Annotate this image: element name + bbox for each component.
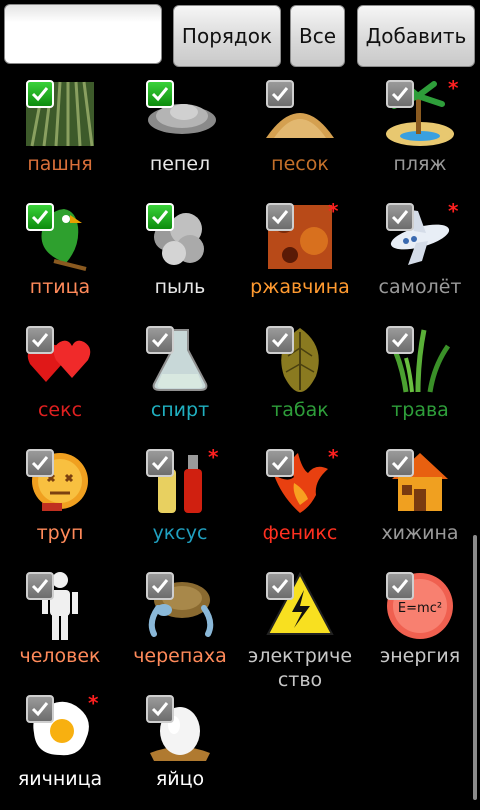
element-item[interactable]: * ржавчина (240, 195, 360, 318)
new-star-marker: * (328, 445, 339, 469)
element-label: человек (19, 645, 101, 667)
toolbar: Порядок Все Добавить (0, 0, 480, 72)
element-label: секс (37, 399, 83, 421)
unchecked-checkbox[interactable] (386, 449, 414, 477)
new-star-marker: * (208, 445, 219, 469)
element-item[interactable]: песок (240, 72, 360, 195)
element-item[interactable]: пепел (120, 72, 240, 195)
unchecked-checkbox[interactable] (146, 449, 174, 477)
unchecked-checkbox[interactable] (386, 572, 414, 600)
element-label: песок (271, 153, 329, 175)
element-label: труп (36, 522, 84, 544)
element-item[interactable]: человек (0, 564, 120, 687)
order-button[interactable]: Порядок (173, 5, 281, 67)
element-item[interactable]: * яичница (0, 687, 120, 810)
unchecked-checkbox[interactable] (26, 695, 54, 723)
element-label: пляж (393, 153, 447, 175)
element-item[interactable]: * самолёт (360, 195, 480, 318)
unchecked-checkbox[interactable] (146, 572, 174, 600)
element-item[interactable]: пыль (120, 195, 240, 318)
unchecked-checkbox[interactable] (26, 572, 54, 600)
element-label: энергия (379, 645, 461, 667)
unchecked-checkbox[interactable] (146, 326, 174, 354)
checked-checkbox[interactable] (26, 203, 54, 231)
element-item[interactable]: хижина (360, 441, 480, 564)
unchecked-checkbox[interactable] (386, 80, 414, 108)
element-item[interactable]: яйцо (120, 687, 240, 810)
unchecked-checkbox[interactable] (266, 203, 294, 231)
element-label: трава (391, 399, 449, 421)
unchecked-checkbox[interactable] (266, 572, 294, 600)
element-label: пепел (149, 153, 211, 175)
element-label: яичница (17, 768, 103, 790)
element-label: яйцо (155, 768, 205, 790)
unchecked-checkbox[interactable] (386, 326, 414, 354)
element-item[interactable]: спирт (120, 318, 240, 441)
new-star-marker: * (328, 199, 339, 223)
element-item[interactable]: электриче ство (240, 564, 360, 691)
unchecked-checkbox[interactable] (386, 203, 414, 231)
elements-grid: пашня пепел песок * пляж птица пыль * ржавчина * с… (0, 72, 480, 800)
element-item[interactable]: трава (360, 318, 480, 441)
element-item[interactable]: черепаха (120, 564, 240, 687)
all-button[interactable]: Все (290, 5, 345, 67)
scrollbar[interactable] (473, 535, 477, 800)
element-item[interactable]: секс (0, 318, 120, 441)
element-label: пыль (154, 276, 206, 298)
new-star-marker: * (448, 199, 459, 223)
new-star-marker: * (448, 76, 459, 100)
element-item[interactable]: * пляж (360, 72, 480, 195)
unchecked-checkbox[interactable] (146, 695, 174, 723)
element-label: самолёт (378, 276, 462, 298)
element-label: ржавчина (250, 276, 350, 298)
unchecked-checkbox[interactable] (266, 326, 294, 354)
element-label: черепаха (133, 645, 227, 667)
unchecked-checkbox[interactable] (26, 326, 54, 354)
element-label: феникс (262, 522, 338, 544)
unchecked-checkbox[interactable] (266, 80, 294, 108)
element-label: электриче ство (247, 645, 353, 691)
search-input[interactable] (4, 4, 162, 64)
element-label: пашня (27, 153, 93, 175)
element-label: спирт (150, 399, 210, 421)
unchecked-checkbox[interactable] (26, 449, 54, 477)
checked-checkbox[interactable] (146, 80, 174, 108)
element-item[interactable]: птица (0, 195, 120, 318)
element-item[interactable]: * феникс (240, 441, 360, 564)
element-label: птица (29, 276, 91, 298)
element-item[interactable]: пашня (0, 72, 120, 195)
element-item[interactable]: труп (0, 441, 120, 564)
element-label: уксус (152, 522, 208, 544)
new-star-marker: * (88, 691, 99, 715)
unchecked-checkbox[interactable] (266, 449, 294, 477)
checked-checkbox[interactable] (146, 203, 174, 231)
element-item[interactable]: табак (240, 318, 360, 441)
svg-text:E=mc²: E=mc² (398, 601, 442, 616)
element-label: табак (271, 399, 329, 421)
add-button[interactable]: Добавить (357, 5, 475, 67)
checked-checkbox[interactable] (26, 80, 54, 108)
element-item[interactable]: E=mc² энергия (360, 564, 480, 687)
element-item[interactable]: * уксус (120, 441, 240, 564)
element-label: хижина (381, 522, 459, 544)
